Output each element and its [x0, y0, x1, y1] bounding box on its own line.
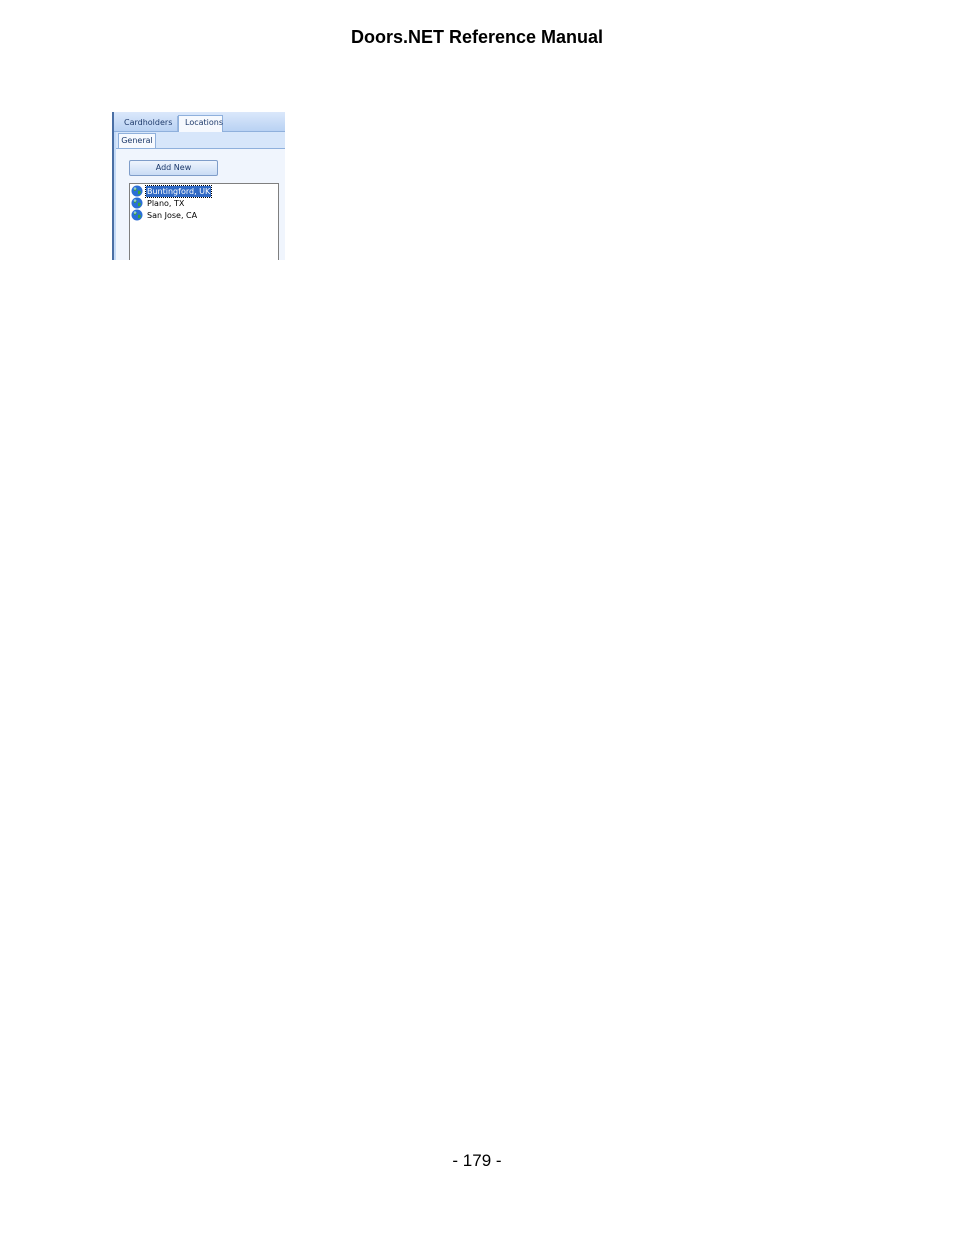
tab-cardholders[interactable]: Cardholders: [118, 116, 178, 131]
list-item-label: Plano, TX: [147, 198, 185, 208]
globe-icon: [131, 209, 143, 221]
list-item-san-jose[interactable]: San Jose, CA: [131, 209, 198, 221]
list-item-label: San Jose, CA: [147, 210, 198, 220]
list-item-label: Buntingford, UK: [144, 184, 213, 198]
locations-screenshot: Cardholders Locations General Add New Bu…: [112, 112, 285, 260]
main-tabstrip: Cardholders Locations: [114, 112, 285, 132]
page-number: - 179 -: [452, 1151, 502, 1170]
locations-list[interactable]: Buntingford, UK Plano, TX San Jose, CA: [129, 183, 279, 260]
list-item-buntingford[interactable]: Buntingford, UK: [131, 184, 213, 198]
globe-icon: [131, 197, 143, 209]
locations-panel: General Add New Buntingford, UK Plano, T…: [116, 132, 285, 260]
tab-general[interactable]: General: [118, 133, 156, 148]
globe-icon: [131, 185, 143, 197]
list-item-plano[interactable]: Plano, TX: [131, 197, 185, 209]
window-left-edge: [112, 112, 114, 260]
document-title: Doors.NET Reference Manual: [350, 27, 604, 47]
sub-tabstrip: General: [116, 132, 285, 149]
add-new-button[interactable]: Add New: [129, 160, 218, 176]
tab-locations[interactable]: Locations: [178, 115, 223, 132]
